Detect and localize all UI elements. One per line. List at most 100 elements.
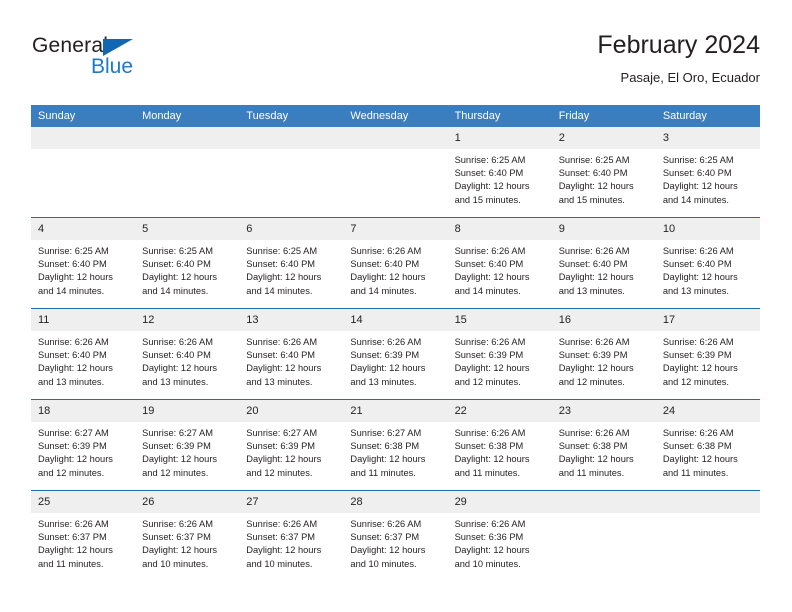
- detail-daylight1: Daylight: 12 hours: [454, 454, 530, 465]
- general-blue-logo[interactable]: General Blue: [31, 35, 231, 95]
- calendar-day-cell[interactable]: 24 Sunrise: 6:26 AM Sunset: 6:38 PM Dayligh…: [655, 399, 760, 491]
- calendar-day-cell[interactable]: 15 Sunrise: 6:26 AM Sunset: 6:39 PM Dayligh…: [447, 308, 552, 400]
- weekday-header-friday: Friday: [551, 105, 656, 127]
- day-details: Sunrise: 6:26 AM Sunset: 6:39 PM Daylight:…: [656, 331, 760, 389]
- calendar-day-cell[interactable]: 6 Sunrise: 6:25 AM Sunset: 6:40 PM Daylight…: [239, 217, 344, 309]
- calendar-day-cell[interactable]: 8 Sunrise: 6:26 AM Sunset: 6:40 PM Daylight…: [447, 217, 552, 309]
- calendar-day-cell[interactable]: 28 Sunrise: 6:26 AM Sunset: 6:37 PM Dayligh…: [343, 490, 448, 581]
- day-number: 26: [135, 491, 240, 513]
- logo-text-general: General: [32, 34, 109, 57]
- detail-sunset: Sunset: 6:38 PM: [350, 441, 420, 452]
- calendar-day-cell[interactable]: 18 Sunrise: 6:27 AM Sunset: 6:39 PM Dayligh…: [31, 399, 136, 491]
- calendar-day-cell[interactable]: 5 Sunrise: 6:25 AM Sunset: 6:40 PM Daylight…: [135, 217, 240, 309]
- calendar-day-cell[interactable]: 16 Sunrise: 6:26 AM Sunset: 6:39 PM Dayligh…: [551, 308, 656, 400]
- detail-daylight2: and 12 minutes.: [558, 376, 625, 387]
- detail-daylight1: Daylight: 12 hours: [142, 454, 218, 465]
- detail-daylight1: Daylight: 12 hours: [246, 454, 322, 465]
- day-number: [551, 491, 656, 513]
- detail-sunrise: Sunrise: 6:25 AM: [454, 155, 526, 165]
- day-number: 4: [31, 218, 136, 240]
- detail-daylight1: Daylight: 12 hours: [350, 545, 426, 556]
- calendar-day-cell[interactable]: 26 Sunrise: 6:26 AM Sunset: 6:37 PM Dayligh…: [135, 490, 240, 581]
- calendar-day-cell[interactable]: 1 Sunrise: 6:25 AM Sunset: 6:40 PM Daylight…: [447, 127, 552, 218]
- detail-sunset: Sunset: 6:39 PM: [350, 350, 420, 361]
- calendar-day-cell[interactable]: 13 Sunrise: 6:26 AM Sunset: 6:40 PM Dayligh…: [239, 308, 344, 400]
- calendar-day-cell[interactable]: 23 Sunrise: 6:26 AM Sunset: 6:38 PM Dayligh…: [551, 399, 656, 491]
- calendar-week-row: 25 Sunrise: 6:26 AM Sunset: 6:37 PM Dayligh…: [31, 490, 760, 581]
- weekday-header-tuesday: Tuesday: [239, 105, 344, 127]
- calendar-cell-empty: [31, 127, 136, 218]
- day-number: 27: [239, 491, 344, 513]
- day-number: [239, 127, 344, 149]
- day-details: Sunrise: 6:27 AM Sunset: 6:39 PM Daylight:…: [239, 422, 343, 480]
- calendar-day-cell[interactable]: 4 Sunrise: 6:25 AM Sunset: 6:40 PM Daylight…: [31, 217, 136, 309]
- day-details: Sunrise: 6:26 AM Sunset: 6:38 PM Daylight:…: [448, 422, 552, 480]
- day-number: [655, 491, 760, 513]
- detail-daylight2: and 11 minutes.: [38, 558, 104, 569]
- detail-sunset: Sunset: 6:39 PM: [662, 350, 732, 361]
- day-number: 3: [655, 127, 760, 149]
- logo-text-blue: Blue: [91, 55, 134, 78]
- day-details: Sunrise: 6:26 AM Sunset: 6:37 PM Daylight:…: [343, 513, 447, 571]
- detail-daylight1: Daylight: 12 hours: [38, 454, 113, 465]
- calendar-day-cell[interactable]: 27 Sunrise: 6:26 AM Sunset: 6:37 PM Dayligh…: [239, 490, 344, 581]
- calendar-table: Sunday Monday Tuesday Wednesday Thursday…: [31, 105, 760, 581]
- day-details: Sunrise: 6:26 AM Sunset: 6:40 PM Daylight:…: [135, 331, 239, 389]
- calendar-day-cell[interactable]: 17 Sunrise: 6:26 AM Sunset: 6:39 PM Dayligh…: [655, 308, 760, 400]
- detail-daylight2: and 11 minutes.: [350, 467, 416, 478]
- day-number: 11: [31, 309, 136, 331]
- detail-daylight1: Daylight: 12 hours: [558, 363, 634, 374]
- calendar-day-cell[interactable]: 25 Sunrise: 6:26 AM Sunset: 6:37 PM Dayligh…: [31, 490, 136, 581]
- day-details: Sunrise: 6:25 AM Sunset: 6:40 PM Daylight:…: [552, 149, 656, 207]
- day-number: 28: [343, 491, 448, 513]
- calendar-day-cell[interactable]: 21 Sunrise: 6:27 AM Sunset: 6:38 PM Dayligh…: [343, 399, 448, 491]
- detail-sunset: Sunset: 6:40 PM: [142, 259, 211, 270]
- calendar-day-cell[interactable]: 7 Sunrise: 6:26 AM Sunset: 6:40 PM Daylight…: [343, 217, 448, 309]
- detail-sunset: Sunset: 6:40 PM: [558, 259, 628, 270]
- calendar-grid-wrapper: Sunday Monday Tuesday Wednesday Thursday…: [31, 105, 760, 581]
- detail-sunrise: Sunrise: 6:26 AM: [142, 337, 213, 347]
- day-details: Sunrise: 6:26 AM Sunset: 6:40 PM Daylight:…: [239, 331, 343, 389]
- day-number: 7: [343, 218, 448, 240]
- detail-daylight1: Daylight: 12 hours: [662, 272, 738, 283]
- day-details: Sunrise: 6:27 AM Sunset: 6:39 PM Daylight:…: [135, 422, 239, 480]
- calendar-day-cell[interactable]: 14 Sunrise: 6:26 AM Sunset: 6:39 PM Dayligh…: [343, 308, 448, 400]
- detail-daylight2: and 11 minutes.: [454, 467, 521, 478]
- calendar-day-cell[interactable]: 10 Sunrise: 6:26 AM Sunset: 6:40 PM Dayligh…: [655, 217, 760, 309]
- calendar-day-cell[interactable]: 3 Sunrise: 6:25 AM Sunset: 6:40 PM Daylight…: [655, 127, 760, 218]
- weekday-header-row: Sunday Monday Tuesday Wednesday Thursday…: [31, 105, 760, 127]
- calendar-day-cell[interactable]: 12 Sunrise: 6:26 AM Sunset: 6:40 PM Dayligh…: [135, 308, 240, 400]
- calendar-day-cell[interactable]: 9 Sunrise: 6:26 AM Sunset: 6:40 PM Daylight…: [551, 217, 656, 309]
- day-details: Sunrise: 6:27 AM Sunset: 6:38 PM Daylight:…: [343, 422, 447, 480]
- calendar-day-cell[interactable]: 20 Sunrise: 6:27 AM Sunset: 6:39 PM Dayligh…: [239, 399, 344, 491]
- detail-daylight1: Daylight: 12 hours: [662, 363, 738, 374]
- calendar-day-cell[interactable]: 29 Sunrise: 6:26 AM Sunset: 6:36 PM Dayligh…: [447, 490, 552, 581]
- day-number: 12: [135, 309, 240, 331]
- detail-sunset: Sunset: 6:39 PM: [246, 441, 316, 452]
- detail-sunrise: Sunrise: 6:25 AM: [558, 155, 630, 165]
- calendar-day-cell[interactable]: 11 Sunrise: 6:26 AM Sunset: 6:40 PM Dayligh…: [31, 308, 136, 400]
- detail-daylight1: Daylight: 12 hours: [662, 454, 738, 465]
- day-number: 18: [31, 400, 136, 422]
- detail-sunset: Sunset: 6:37 PM: [38, 532, 107, 543]
- day-details: Sunrise: 6:26 AM Sunset: 6:40 PM Daylight:…: [448, 240, 552, 298]
- calendar-day-cell[interactable]: 22 Sunrise: 6:26 AM Sunset: 6:38 PM Dayligh…: [447, 399, 552, 491]
- calendar-day-cell[interactable]: 2 Sunrise: 6:25 AM Sunset: 6:40 PM Daylight…: [551, 127, 656, 218]
- detail-sunset: Sunset: 6:40 PM: [662, 259, 732, 270]
- calendar-day-cell[interactable]: 19 Sunrise: 6:27 AM Sunset: 6:39 PM Dayligh…: [135, 399, 240, 491]
- detail-sunrise: Sunrise: 6:26 AM: [454, 428, 526, 438]
- detail-sunset: Sunset: 6:38 PM: [662, 441, 732, 452]
- detail-sunrise: Sunrise: 6:26 AM: [454, 246, 526, 256]
- detail-daylight2: and 11 minutes.: [662, 467, 729, 478]
- detail-sunrise: Sunrise: 6:25 AM: [38, 246, 109, 256]
- detail-daylight1: Daylight: 12 hours: [454, 181, 530, 192]
- detail-sunset: Sunset: 6:39 PM: [558, 350, 628, 361]
- detail-daylight2: and 12 minutes.: [454, 376, 521, 387]
- detail-sunrise: Sunrise: 6:27 AM: [142, 428, 213, 438]
- detail-daylight1: Daylight: 12 hours: [350, 272, 426, 283]
- detail-sunrise: Sunrise: 6:27 AM: [350, 428, 422, 438]
- detail-daylight2: and 13 minutes.: [662, 285, 729, 296]
- detail-sunset: Sunset: 6:37 PM: [246, 532, 316, 543]
- detail-daylight2: and 10 minutes.: [246, 558, 313, 569]
- detail-sunrise: Sunrise: 6:25 AM: [662, 155, 734, 165]
